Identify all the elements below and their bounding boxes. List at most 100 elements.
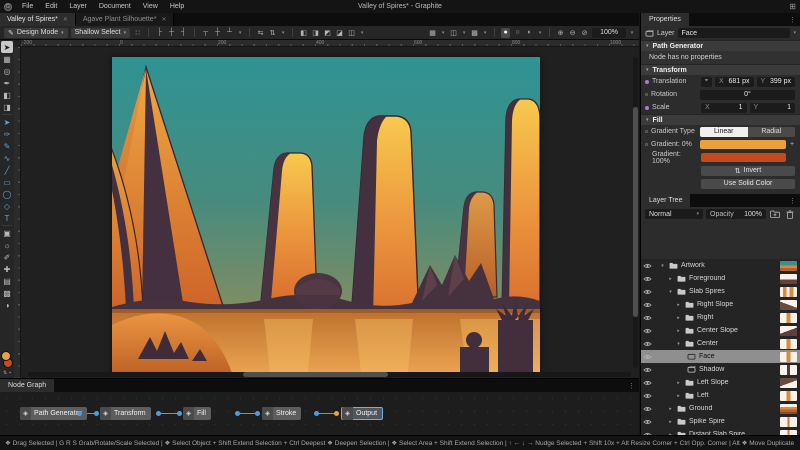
- relight-tool[interactable]: ◑: [1, 299, 13, 311]
- expand-arrow-icon[interactable]: ▸: [675, 315, 682, 321]
- blend-mode-select[interactable]: Normal ▾: [645, 209, 703, 219]
- visibility-eye-icon[interactable]: [641, 302, 653, 308]
- node-input-dot[interactable]: [255, 411, 260, 416]
- gradient-tool[interactable]: ◨: [1, 101, 13, 113]
- artboard-valley-of-spires[interactable]: [112, 57, 540, 373]
- layer-row-spike-spire[interactable]: ▸ Spike Spire: [641, 415, 800, 428]
- translation-x-field[interactable]: X 681 px: [715, 76, 754, 87]
- add-stop-icon[interactable]: +: [789, 141, 795, 148]
- close-icon[interactable]: ✕: [161, 16, 166, 23]
- navigate-tool[interactable]: ◎: [1, 65, 13, 77]
- pixel-view-icon[interactable]: ◐: [525, 28, 534, 38]
- node-transform[interactable]: ◈ Transform: [100, 407, 151, 420]
- layer-name-field[interactable]: Face: [677, 28, 791, 38]
- node-input-dot[interactable]: [177, 411, 182, 416]
- section-path-generator[interactable]: ▾ Path Generator: [641, 40, 800, 51]
- line-tool[interactable]: ╱: [1, 164, 13, 176]
- layer-row-right-slope[interactable]: ▸ Right Slope: [641, 298, 800, 311]
- chevron-down-icon[interactable]: ▾: [280, 28, 286, 38]
- zoom-level-field[interactable]: 100%: [592, 27, 626, 38]
- pivot-button[interactable]: ⌖: [701, 76, 712, 87]
- layer-row-slab-spires[interactable]: ▾ Slab Spires: [641, 285, 800, 298]
- node-output[interactable]: ◈ Output: [341, 407, 384, 420]
- fill-view-icon[interactable]: ●: [501, 27, 511, 38]
- ellipse-tool[interactable]: ◯: [1, 188, 13, 200]
- flip-horizontal-icon[interactable]: ⇆: [256, 28, 265, 38]
- canvas-vertical-scrollbar[interactable]: [633, 57, 638, 368]
- select-mode-dropdown[interactable]: Shallow Select ▾: [70, 27, 131, 38]
- flip-vertical-icon[interactable]: ⇅: [268, 28, 277, 38]
- tab-valley-of-spires[interactable]: Valley of Spires* ✕: [0, 13, 76, 26]
- visibility-eye-icon[interactable]: [641, 393, 653, 399]
- node-output-dot[interactable]: [156, 411, 161, 416]
- layer-row-foreground[interactable]: ▸ Foreground: [641, 272, 800, 285]
- visibility-eye-icon[interactable]: [641, 380, 653, 386]
- parameter-dot-icon[interactable]: [645, 79, 649, 84]
- chevron-down-icon[interactable]: ▾: [237, 28, 243, 38]
- path-tool[interactable]: ➤: [1, 116, 13, 128]
- eyedropper-tool[interactable]: ✒: [1, 77, 13, 89]
- chevron-down-icon[interactable]: ▾: [482, 28, 488, 38]
- rectangle-tool[interactable]: ▭: [1, 176, 13, 188]
- align-bottom-icon[interactable]: ┴: [225, 28, 234, 38]
- expand-arrow-icon[interactable]: ▾: [659, 263, 666, 269]
- expand-arrow-icon[interactable]: ▸: [675, 328, 682, 334]
- zoom-reset-icon[interactable]: ⊘: [580, 28, 589, 38]
- menu-file[interactable]: File: [16, 0, 39, 13]
- node-stroke[interactable]: ◈ Stroke: [262, 407, 302, 420]
- brush-tool[interactable]: ✐: [1, 251, 13, 263]
- expand-arrow-icon[interactable]: ▸: [667, 406, 674, 412]
- section-fill[interactable]: ▾ Fill: [641, 114, 800, 125]
- new-folder-button[interactable]: [769, 209, 781, 219]
- use-solid-color-button[interactable]: Use Solid Color: [701, 178, 795, 189]
- expand-arrow-icon[interactable]: ▸: [667, 276, 674, 282]
- canvas[interactable]: -200 0 200 400 600 800 1000: [14, 40, 639, 378]
- expand-arrow-icon[interactable]: ▸: [675, 393, 682, 399]
- visibility-eye-icon[interactable]: [641, 328, 653, 334]
- canvas-horizontal-scrollbar[interactable]: [28, 372, 631, 377]
- chevron-down-icon[interactable]: ▾: [461, 28, 467, 38]
- boolean-intersect-icon[interactable]: ◩: [323, 28, 332, 38]
- gradient-stop100-swatch[interactable]: [701, 153, 786, 162]
- design-mode-dropdown[interactable]: ✎ Design Mode ▾: [4, 27, 68, 38]
- linear-gradient-button[interactable]: Linear: [700, 126, 748, 137]
- boolean-divide-icon[interactable]: ◫: [347, 28, 356, 38]
- node-input-dot[interactable]: [94, 411, 99, 416]
- scale-x-field[interactable]: X 1: [701, 102, 747, 113]
- visibility-eye-icon[interactable]: [641, 263, 653, 269]
- pen-tool[interactable]: ✑: [1, 128, 13, 140]
- imaginate-tool[interactable]: ☼: [1, 239, 13, 251]
- parameter-dot-icon[interactable]: [645, 143, 648, 146]
- chevron-down-icon[interactable]: ▾: [440, 28, 446, 38]
- tab-agave-plant-silhouette[interactable]: Agave Plant Silhouette* ✕: [75, 13, 175, 26]
- select-tool[interactable]: ➤: [1, 41, 13, 53]
- view-mode-icon[interactable]: ▦: [428, 28, 437, 38]
- node-output-dot[interactable]: [77, 411, 82, 416]
- menu-layer[interactable]: Layer: [63, 0, 93, 13]
- node-output-dot[interactable]: [314, 411, 319, 416]
- kebab-menu-icon[interactable]: ⋮: [785, 194, 800, 207]
- tab-layer-tree[interactable]: Layer Tree: [641, 194, 691, 207]
- visibility-eye-icon[interactable]: [641, 367, 653, 373]
- zoom-out-icon[interactable]: ⊖: [568, 28, 577, 38]
- layer-row-center[interactable]: ▾ Center: [641, 337, 800, 350]
- spline-tool[interactable]: ∿: [1, 152, 13, 164]
- visibility-eye-icon[interactable]: [641, 406, 653, 412]
- layer-row-right[interactable]: ▸ Right: [641, 311, 800, 324]
- align-center-icon[interactable]: ┼: [167, 28, 176, 38]
- patch-tool[interactable]: ▩: [1, 287, 13, 299]
- chevron-down-icon[interactable]: ▾: [629, 28, 635, 38]
- chevron-down-icon[interactable]: ▾: [793, 30, 796, 36]
- boolean-union-icon[interactable]: ◧: [299, 28, 308, 38]
- fill-tool[interactable]: ◧: [1, 89, 13, 101]
- chevron-down-icon[interactable]: ▾: [537, 28, 543, 38]
- grid-overlay-icon[interactable]: ▩: [470, 28, 479, 38]
- rotation-field[interactable]: 0°: [700, 89, 795, 100]
- align-right-icon[interactable]: ┤: [179, 28, 188, 38]
- opacity-slider[interactable]: Opacity 100%: [706, 209, 766, 219]
- kebab-menu-icon[interactable]: ⋮: [785, 13, 800, 26]
- scale-y-field[interactable]: Y 1: [749, 102, 795, 113]
- layer-row-left[interactable]: ▸ Left: [641, 389, 800, 402]
- delete-layer-button[interactable]: [784, 209, 796, 219]
- expand-arrow-icon[interactable]: ▸: [675, 302, 682, 308]
